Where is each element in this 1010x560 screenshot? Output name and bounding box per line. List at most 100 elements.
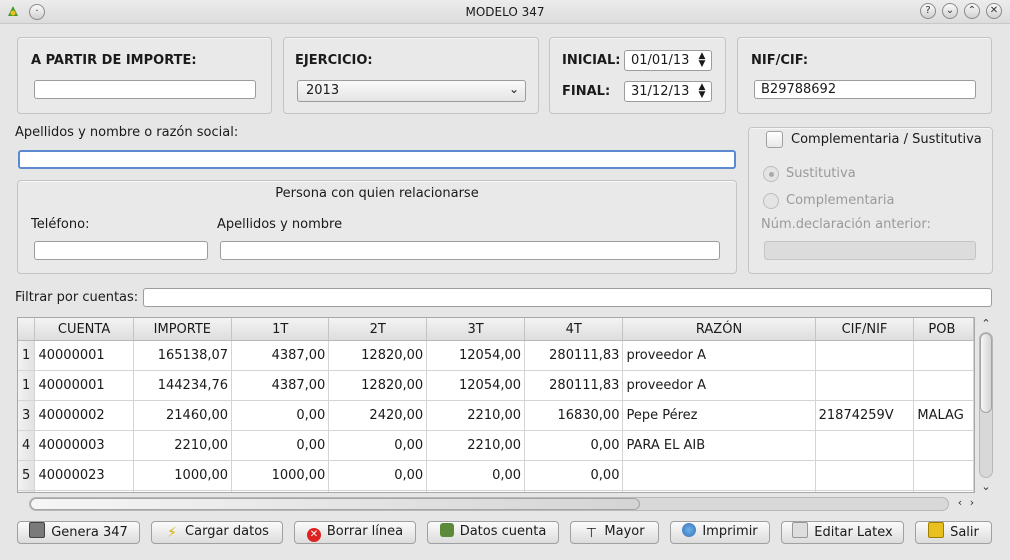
cell-3t[interactable]: 0,00 xyxy=(426,460,526,491)
razon-social-input[interactable] xyxy=(18,150,736,169)
cell-1t[interactable]: 1000,00 xyxy=(231,460,330,491)
vertical-scroll-thumb[interactable] xyxy=(980,333,992,413)
datos-cuenta-button[interactable]: Datos cuenta xyxy=(427,521,559,544)
horizontal-scrollbar[interactable]: ‹ › xyxy=(17,496,977,512)
imprimir-button[interactable]: Imprimir xyxy=(670,521,770,544)
cell-pob[interactable] xyxy=(913,430,974,461)
telefono-input[interactable] xyxy=(34,241,208,260)
filtro-input[interactable] xyxy=(143,288,992,307)
cell-cuenta[interactable]: 40000001 xyxy=(34,340,134,371)
column-header-cif[interactable]: CIF/NIF xyxy=(815,318,915,341)
cell-importe[interactable]: 2210,00 xyxy=(133,430,233,461)
table-row[interactable]: 5 40000023 1000,00 1000,00 0,00 0,00 0,0… xyxy=(18,460,974,491)
cell-cif[interactable] xyxy=(815,340,915,371)
cell-cuenta[interactable]: 40000003 xyxy=(34,430,134,461)
cell-cif[interactable] xyxy=(815,490,915,492)
complementaria-radio[interactable] xyxy=(763,193,779,209)
cell-1t[interactable]: 4387,00 xyxy=(231,340,330,371)
horizontal-scroll-thumb[interactable] xyxy=(30,498,640,510)
table-row[interactable]: 4 40000003 2210,00 0,00 0,00 2210,00 0,0… xyxy=(18,430,974,461)
cell-cif[interactable]: 21874259V xyxy=(815,400,915,431)
row-number[interactable]: 5 xyxy=(18,460,36,491)
cell-4t[interactable]: 280111,83 xyxy=(524,370,624,401)
help-icon[interactable]: ? xyxy=(920,3,936,19)
column-header-4t[interactable]: 4T xyxy=(524,318,624,341)
cell-cuenta[interactable] xyxy=(34,490,134,492)
corner-header[interactable] xyxy=(18,318,36,341)
column-header-2t[interactable]: 2T xyxy=(328,318,428,341)
cell-2t[interactable] xyxy=(328,490,428,492)
cell-3t[interactable]: 12054,00 xyxy=(426,370,526,401)
cell-3t[interactable]: 2210,00 xyxy=(426,430,526,461)
cell-4t[interactable] xyxy=(524,490,624,492)
cell-importe[interactable]: 1000,00 xyxy=(133,460,233,491)
cell-razon[interactable]: proveedor A xyxy=(622,340,816,371)
spin-arrows-icon[interactable]: ▲ ▼ xyxy=(697,83,707,100)
cell-1t[interactable]: 0,00 xyxy=(231,430,330,461)
vertical-scrollbar[interactable]: ⌃ ⌄ xyxy=(978,317,994,493)
cell-4t[interactable]: 280111,83 xyxy=(524,340,624,371)
column-header-3t[interactable]: 3T xyxy=(426,318,526,341)
table-row[interactable]: 1 40000001 144234,76 4387,00 12820,00 12… xyxy=(18,370,974,401)
cargar-datos-button[interactable]: ⚡ Cargar datos xyxy=(151,521,283,544)
editar-latex-button[interactable]: Editar Latex xyxy=(781,521,904,544)
accounts-table[interactable]: CUENTA IMPORTE 1T 2T 3T 4T RAZÓN CIF/NIF… xyxy=(17,317,975,493)
table-row[interactable] xyxy=(18,490,974,492)
cell-razon[interactable]: Pepe Pérez xyxy=(622,400,816,431)
importe-input[interactable] xyxy=(34,80,256,99)
cell-2t[interactable]: 0,00 xyxy=(328,430,428,461)
close-icon[interactable]: ✕ xyxy=(986,3,1002,19)
cell-pob[interactable] xyxy=(913,370,974,401)
scroll-right-icon[interactable]: › xyxy=(965,496,979,509)
cell-pob[interactable] xyxy=(913,340,974,371)
salir-button[interactable]: Salir xyxy=(915,521,992,544)
cell-importe[interactable]: 144234,76 xyxy=(133,370,233,401)
row-number[interactable]: 1 xyxy=(18,370,36,401)
minimize-icon[interactable]: ⌄ xyxy=(942,3,958,19)
num-declaracion-input[interactable] xyxy=(764,241,976,260)
cell-razon[interactable] xyxy=(622,490,816,492)
scroll-down-icon[interactable]: ⌄ xyxy=(979,480,993,493)
column-header-importe[interactable]: IMPORTE xyxy=(133,318,233,341)
sustitutiva-radio[interactable] xyxy=(763,166,779,182)
nif-input[interactable]: B29788692 xyxy=(754,80,976,99)
inicial-date-input[interactable]: 01/01/13 ▲ ▼ xyxy=(624,50,712,71)
complementaria-checkbox[interactable] xyxy=(766,131,783,148)
cell-cuenta[interactable]: 40000023 xyxy=(34,460,134,491)
cell-importe[interactable] xyxy=(133,490,233,492)
column-header-cuenta[interactable]: CUENTA xyxy=(34,318,134,341)
cell-pob[interactable]: MALAG xyxy=(913,400,974,431)
cell-pob[interactable] xyxy=(913,490,974,492)
cell-razon[interactable] xyxy=(622,460,816,491)
final-date-input[interactable]: 31/12/13 ▲ ▼ xyxy=(624,81,712,102)
cell-cif[interactable] xyxy=(815,460,915,491)
cell-2t[interactable]: 0,00 xyxy=(328,460,428,491)
borrar-linea-button[interactable]: ✕ Borrar línea xyxy=(294,521,416,544)
row-number[interactable]: 4 xyxy=(18,430,36,461)
cell-1t[interactable]: 0,00 xyxy=(231,400,330,431)
column-header-pob[interactable]: POB xyxy=(913,318,974,341)
cell-1t[interactable]: 4387,00 xyxy=(231,370,330,401)
table-row[interactable]: 3 40000002 21460,00 0,00 2420,00 2210,00… xyxy=(18,400,974,431)
cell-4t[interactable]: 0,00 xyxy=(524,430,624,461)
cell-razon[interactable]: proveedor A xyxy=(622,370,816,401)
cell-2t[interactable]: 2420,00 xyxy=(328,400,428,431)
cell-1t[interactable] xyxy=(231,490,330,492)
cell-3t[interactable]: 12054,00 xyxy=(426,340,526,371)
cell-razon[interactable]: PARA EL AIB xyxy=(622,430,816,461)
cell-cuenta[interactable]: 40000001 xyxy=(34,370,134,401)
maximize-icon[interactable]: ⌃ xyxy=(964,3,980,19)
row-number[interactable] xyxy=(18,490,36,492)
cell-3t[interactable] xyxy=(426,490,526,492)
column-header-1t[interactable]: 1T xyxy=(231,318,330,341)
cell-3t[interactable]: 2210,00 xyxy=(426,400,526,431)
ejercicio-select[interactable]: 2013 ⌄ xyxy=(297,80,526,102)
cell-cif[interactable] xyxy=(815,430,915,461)
row-number[interactable]: 3 xyxy=(18,400,36,431)
cell-2t[interactable]: 12820,00 xyxy=(328,340,428,371)
scroll-up-icon[interactable]: ⌃ xyxy=(979,317,993,330)
genera-347-button[interactable]: Genera 347 xyxy=(17,521,140,544)
cell-importe[interactable]: 21460,00 xyxy=(133,400,233,431)
cell-pob[interactable] xyxy=(913,460,974,491)
row-number[interactable]: 1 xyxy=(18,340,36,371)
